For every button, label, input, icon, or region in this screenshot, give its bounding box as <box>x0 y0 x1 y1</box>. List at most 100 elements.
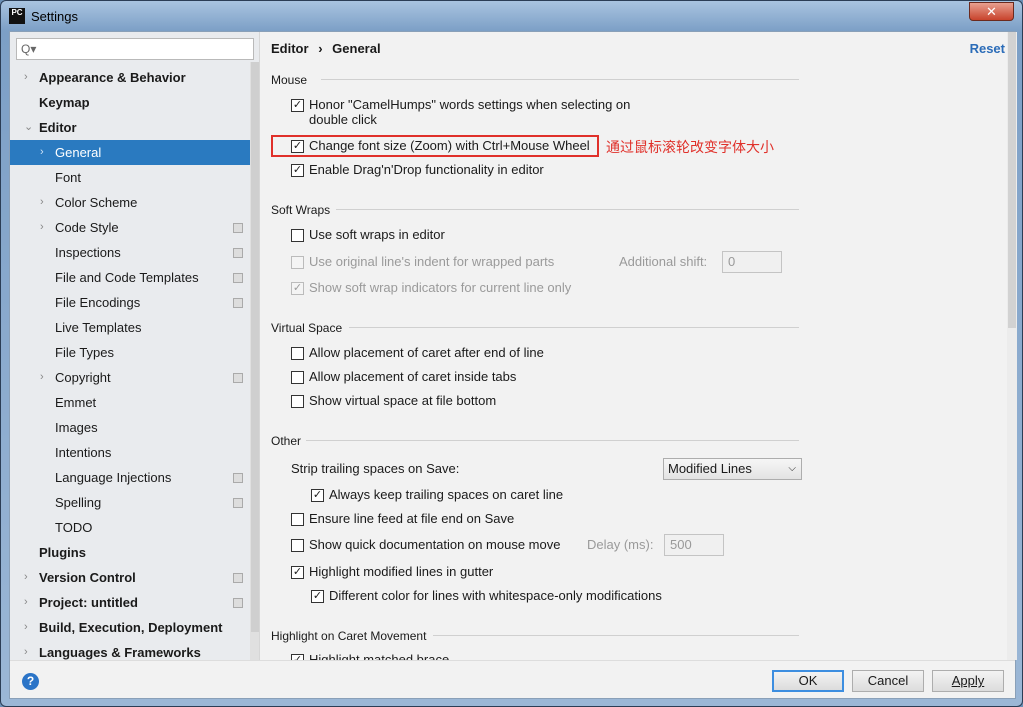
chevron-right-icon[interactable]: › <box>24 615 28 640</box>
chevron-right-icon[interactable]: › <box>24 565 28 590</box>
tree-item-spelling[interactable]: Spelling <box>10 490 250 515</box>
tree-item-images[interactable]: Images <box>10 415 250 440</box>
tree-item-label: Keymap <box>39 95 90 110</box>
chevron-right-icon[interactable]: › <box>24 640 28 660</box>
group-soft-wraps: Soft Wraps <box>271 203 331 217</box>
tree-item-color-scheme[interactable]: › Color Scheme <box>10 190 250 215</box>
tree-item-label: Plugins <box>39 545 86 560</box>
tree-item-label: Intentions <box>55 445 112 460</box>
settings-panel: Editor › General Reset Mouse ✓ Honor "Cam… <box>261 32 1017 660</box>
project-settings-icon <box>233 598 243 608</box>
tree-item-label: Language Injections <box>55 470 172 485</box>
tree-item-label: Build, Execution, Deployment <box>39 620 223 635</box>
group-other: Other <box>271 434 302 448</box>
tree-item-live-templates[interactable]: Live Templates <box>10 315 250 340</box>
tree-item-copyright[interactable]: › Copyright <box>10 365 250 390</box>
additional-shift-label: Additional shift: <box>619 254 708 269</box>
highlight-modified-checkbox[interactable]: ✓ Highlight modified lines in gutter <box>291 564 493 579</box>
tree-item-label: Copyright <box>55 370 111 385</box>
tree-item-label: Live Templates <box>55 320 142 335</box>
highlight-brace-checkbox[interactable]: ✓ Highlight matched brace <box>291 652 449 660</box>
tree-item-keymap[interactable]: Keymap <box>10 90 250 115</box>
tree-item-label: Spelling <box>55 495 102 510</box>
quick-doc-checkbox[interactable]: Show quick documentation on mouse move <box>291 537 560 552</box>
original-indent-checkbox[interactable]: Use original line's indent for wrapped p… <box>291 254 554 269</box>
chevron-right-icon[interactable]: › <box>40 365 44 390</box>
wrap-indicators-checkbox[interactable]: ✓ Show soft wrap indicators for current l… <box>291 280 571 295</box>
cancel-button[interactable]: Cancel <box>852 670 924 692</box>
annotation-text: 通过鼠标滚轮改变字体大小 <box>606 139 774 155</box>
tree-item-plugins[interactable]: Plugins <box>10 540 250 565</box>
tree-item-label: TODO <box>55 520 93 535</box>
tree-item-general[interactable]: › General <box>10 140 250 165</box>
project-settings-icon <box>233 298 243 308</box>
tree-item-file-types[interactable]: File Types <box>10 340 250 365</box>
tree-item-font[interactable]: Font <box>10 165 250 190</box>
ok-button[interactable]: OK <box>772 670 844 692</box>
soft-wraps-checkbox[interactable]: Use soft wraps in editor <box>291 227 445 242</box>
divider <box>349 327 799 328</box>
title-bar: PC Settings <box>9 6 78 26</box>
search-input[interactable]: Q▾ <box>16 38 254 60</box>
tree-item-languages-frameworks[interactable]: › Languages & Frameworks <box>10 640 250 660</box>
tree-item-intentions[interactable]: Intentions <box>10 440 250 465</box>
project-settings-icon <box>233 573 243 583</box>
tree-item-build-execution-deployment[interactable]: › Build, Execution, Deployment <box>10 615 250 640</box>
whitespace-color-checkbox[interactable]: ✓ Different color for lines with whitespa… <box>311 588 662 603</box>
breadcrumb: Editor › General <box>271 41 381 56</box>
settings-tree: › Appearance & Behavior Keymap ⌄ Editor › Gene… <box>10 65 250 660</box>
tree-item-appearance-behavior[interactable]: › Appearance & Behavior <box>10 65 250 90</box>
line-feed-checkbox[interactable]: Ensure line feed at file end on Save <box>291 511 514 526</box>
tree-item-todo[interactable]: TODO <box>10 515 250 540</box>
tree-item-label: Code Style <box>55 220 119 235</box>
breadcrumb-current: General <box>332 41 381 56</box>
tree-item-editor[interactable]: ⌄ Editor <box>10 115 250 140</box>
tree-item-project-untitled[interactable]: › Project: untitled <box>10 590 250 615</box>
camelhumps-checkbox[interactable]: ✓ Honor "CamelHumps" words settings when … <box>291 97 651 127</box>
sidebar: Q▾ › Appearance & Behavior Keymap ⌄ Editor › G… <box>10 32 260 660</box>
panel-scrollbar[interactable] <box>1007 32 1017 660</box>
sidebar-scrollbar[interactable] <box>250 62 259 660</box>
chevron-right-icon[interactable]: › <box>40 190 44 215</box>
chevron-right-icon[interactable]: › <box>40 140 44 165</box>
chevron-down-icon[interactable]: ⌄ <box>24 115 33 140</box>
delay-label: Delay (ms): <box>587 537 654 552</box>
tree-item-label: Images <box>55 420 98 435</box>
caret-tabs-checkbox[interactable]: Allow placement of caret inside tabs <box>291 369 516 384</box>
drag-drop-checkbox[interactable]: ✓ Enable Drag'n'Drop functionality in edi… <box>291 162 544 177</box>
project-settings-icon <box>233 473 243 483</box>
reset-link[interactable]: Reset <box>970 41 1005 56</box>
project-settings-icon <box>233 223 243 233</box>
settings-window: PC Settings ✕ Q▾ › Appearance & Behavior K… <box>0 0 1023 707</box>
tree-item-file-and-code-templates[interactable]: File and Code Templates <box>10 265 250 290</box>
tree-item-code-style[interactable]: › Code Style <box>10 215 250 240</box>
caret-end-checkbox[interactable]: Allow placement of caret after end of li… <box>291 345 544 360</box>
tree-item-emmet[interactable]: Emmet <box>10 390 250 415</box>
tree-item-version-control[interactable]: › Version Control <box>10 565 250 590</box>
virtual-space-checkbox[interactable]: Show virtual space at file bottom <box>291 393 496 408</box>
close-button[interactable]: ✕ <box>969 2 1014 21</box>
additional-shift-input[interactable]: 0 <box>722 251 782 273</box>
group-caret-movement: Highlight on Caret Movement <box>271 629 427 643</box>
breadcrumb-separator: › <box>318 41 323 56</box>
keep-trailing-checkbox[interactable]: ✓ Always keep trailing spaces on caret li… <box>311 487 563 502</box>
tree-item-label: Version Control <box>39 570 136 585</box>
strip-trailing-select[interactable]: Modified Lines ⌵ <box>663 458 802 480</box>
chevron-right-icon[interactable]: › <box>24 590 28 615</box>
tree-item-file-encodings[interactable]: File Encodings <box>10 290 250 315</box>
tree-item-label: File and Code Templates <box>55 270 199 285</box>
chevron-right-icon[interactable]: › <box>40 215 44 240</box>
window-title: Settings <box>31 8 78 24</box>
annotation-highlight-box <box>271 135 599 157</box>
delay-input[interactable]: 500 <box>664 534 724 556</box>
help-button[interactable]: ? <box>22 673 39 690</box>
tree-item-language-injections[interactable]: Language Injections <box>10 465 250 490</box>
tree-item-label: File Encodings <box>55 295 141 310</box>
group-mouse: Mouse <box>271 73 308 87</box>
divider <box>306 440 799 441</box>
apply-button[interactable]: Apply <box>932 670 1004 692</box>
tree-item-label: Inspections <box>55 245 121 260</box>
tree-item-inspections[interactable]: Inspections <box>10 240 250 265</box>
chevron-right-icon[interactable]: › <box>24 65 28 90</box>
chevron-down-icon: ⌵ <box>788 463 796 474</box>
